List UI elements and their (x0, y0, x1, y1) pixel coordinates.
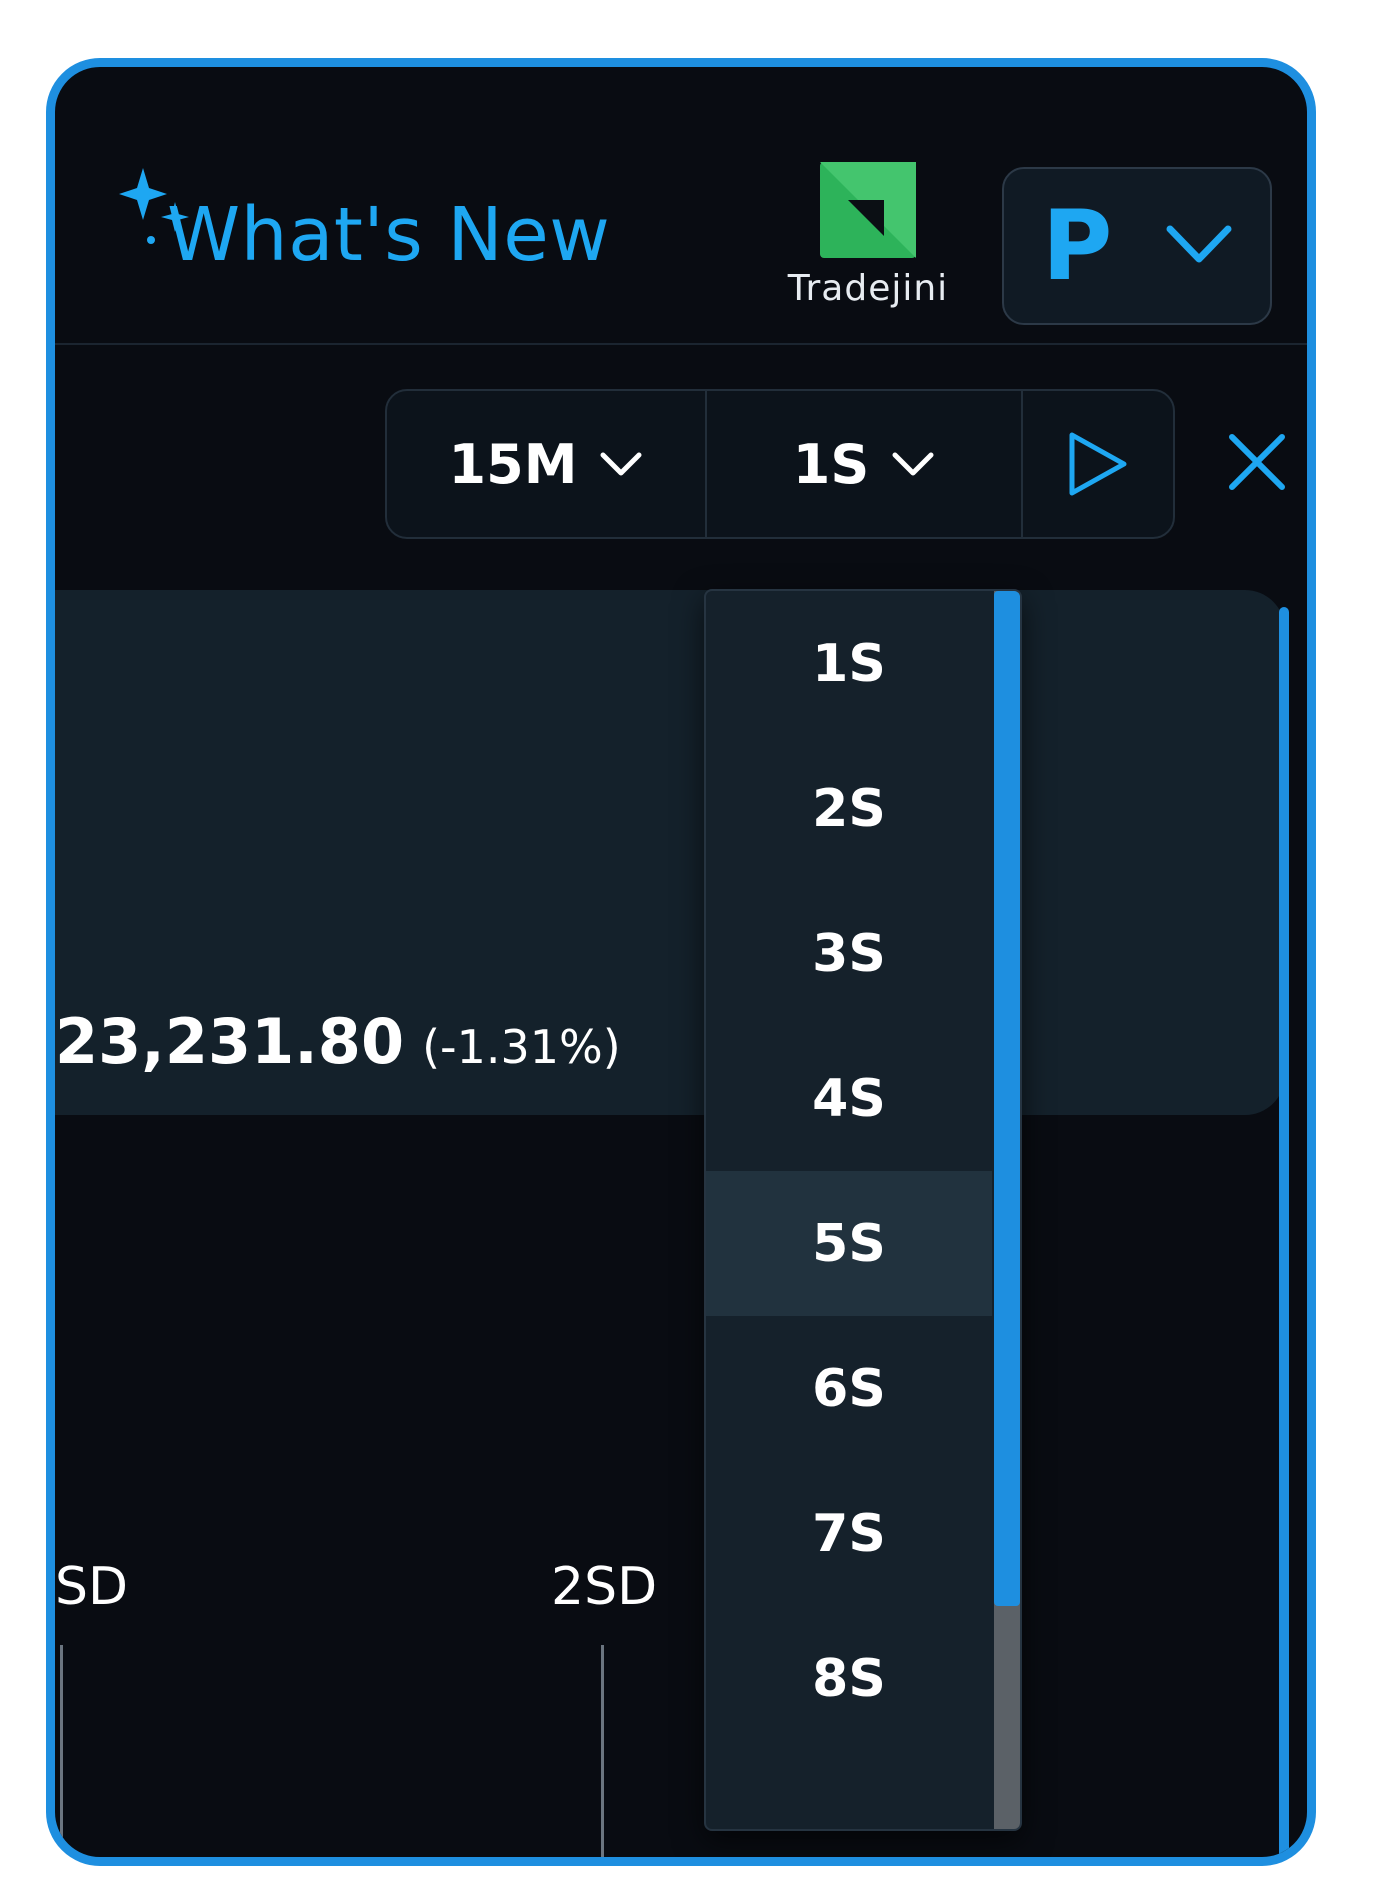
ticker-change-percent: (-1.31%) (422, 1020, 621, 1074)
dropdown-option[interactable]: 4S (706, 1026, 992, 1171)
close-icon[interactable] (1222, 427, 1292, 497)
sd-line-left (60, 1645, 63, 1857)
sd-label-left: SD (55, 1557, 129, 1617)
interval-select[interactable]: 15M (387, 391, 707, 537)
dropdown-option[interactable]: 7S (706, 1461, 992, 1606)
interval-value: 15M (448, 432, 578, 496)
chevron-down-icon (1166, 225, 1232, 263)
chart-toolbar: 15M 1S (385, 389, 1175, 539)
ticker-price-row: 23,231.80 (-1.31%) (55, 1005, 621, 1078)
dropdown-option[interactable]: 2S (706, 736, 992, 881)
app-window: What's New Tradejini P 15M 1S 23,231.80 … (46, 58, 1316, 1866)
dropdown-option-highlighted[interactable]: 5S (706, 1171, 992, 1316)
refresh-rate-dropdown: 1S 2S 3S 4S 5S 6S 7S 8S (704, 589, 1022, 1831)
dropdown-options: 1S 2S 3S 4S 5S 6S 7S 8S (706, 591, 992, 1751)
refresh-rate-value: 1S (792, 432, 870, 496)
whats-new-link[interactable]: What's New (95, 162, 610, 272)
chevron-down-icon (600, 452, 642, 476)
dropdown-option[interactable]: 6S (706, 1316, 992, 1461)
tradejini-logo-icon (820, 162, 916, 258)
dropdown-option[interactable]: 1S (706, 591, 992, 736)
header-divider (55, 343, 1307, 345)
ticker-price: 23,231.80 (55, 1005, 405, 1078)
sd-label-right: 2SD (551, 1557, 658, 1617)
refresh-rate-select[interactable]: 1S (707, 391, 1023, 537)
right-scrollbar[interactable] (1279, 607, 1289, 1857)
sd-line-right (601, 1645, 604, 1857)
chevron-down-icon (892, 452, 934, 476)
whats-new-label: What's New (167, 192, 611, 278)
profile-menu-button[interactable]: P (1002, 167, 1272, 325)
dropdown-scrollbar-thumb[interactable] (994, 591, 1020, 1606)
broker-logo[interactable]: Tradejini (773, 162, 963, 309)
play-icon (1069, 432, 1127, 496)
profile-initial: P (1042, 190, 1113, 302)
brand-name: Tradejini (787, 268, 949, 309)
sparkle-icon (119, 168, 189, 244)
dropdown-option[interactable]: 8S (706, 1606, 992, 1751)
dropdown-option[interactable]: 3S (706, 881, 992, 1026)
play-button[interactable] (1023, 391, 1173, 537)
